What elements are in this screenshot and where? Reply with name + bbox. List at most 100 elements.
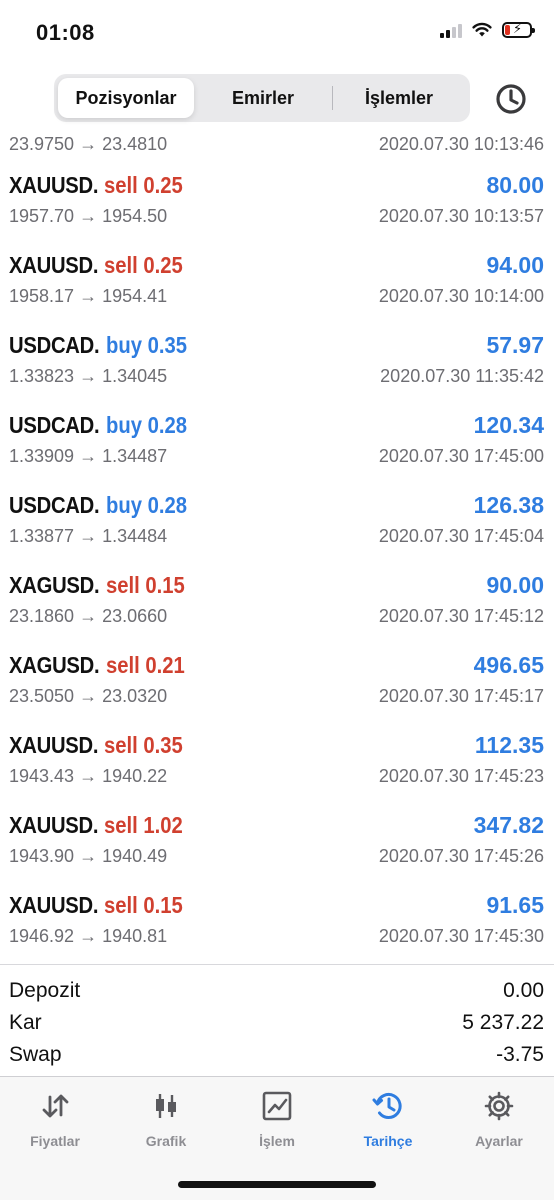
trade-time: 2020.07.30 17:45:17 xyxy=(378,686,544,706)
trade-title: USDCAD. buy 0.28 xyxy=(9,492,198,519)
trade-title: XAUUSD. sell 0.25 xyxy=(9,172,194,199)
status-icons: ⚡ xyxy=(440,21,535,38)
trade-side-volume: sell 0.25 xyxy=(104,172,184,198)
trade-row[interactable]: XAGUSD. sell 0.21 496.65 23.5050 → 23.0320 2… xyxy=(0,644,554,724)
summary-row-deposit: Depozit 0.00 xyxy=(9,979,544,1003)
trade-title: XAGUSD. sell 0.15 xyxy=(9,572,195,599)
trade-title: XAUUSD. sell 0.25 xyxy=(9,252,194,279)
trade-side-volume: buy 0.28 xyxy=(105,412,187,438)
trade-time: 2020.07.30 17:45:26 xyxy=(378,846,544,866)
trade-time: 2020.07.30 10:13:57 xyxy=(378,206,544,226)
summary-panel: Depozit 0.00 Kar 5 237.22 Swap -3.75 xyxy=(0,964,554,1066)
tab-pozisyonlar[interactable]: Pozisyonlar xyxy=(58,78,194,118)
tab-emirler[interactable]: Emirler xyxy=(194,78,332,118)
trade-prices: 1.33823 → 1.34045 xyxy=(9,366,168,386)
cellular-signal-icon xyxy=(440,22,462,38)
trade-symbol: USDCAD. xyxy=(9,492,100,518)
trade-time: 2020.07.30 17:45:12 xyxy=(378,606,544,626)
trade-row[interactable]: USDCAD. buy 0.28 126.38 1.33877 → 1.34484 20… xyxy=(0,484,554,564)
trade-title: XAUUSD. sell 1.02 xyxy=(9,812,194,839)
trade-side-volume: buy 0.35 xyxy=(105,332,187,358)
trade-row[interactable]: XAUUSD. sell 0.25 80.00 1957.70 → 1954.50 20… xyxy=(0,164,554,244)
trade-prices: 1.33909 → 1.34487 xyxy=(9,446,168,466)
bottom-tab-bar: Fiyatlar Grafik İşlem Tarihçe Ayarlar xyxy=(0,1076,554,1200)
trade-profit: 91.65 xyxy=(486,892,544,918)
trade-profit: 347.82 xyxy=(473,812,544,838)
gear-icon xyxy=(484,1091,514,1121)
trade-profit: 94.00 xyxy=(486,252,544,278)
trade-title: USDCAD. buy 0.35 xyxy=(9,332,198,359)
summary-label: Kar xyxy=(9,1011,42,1034)
trade-title: XAGUSD. sell 0.21 xyxy=(9,652,195,679)
trade-time: 2020.07.30 10:14:00 xyxy=(378,286,544,306)
home-indicator xyxy=(178,1181,376,1188)
trade-list: 23.9750 → 23.4810 2020.07.30 10:13:46 XA… xyxy=(0,124,554,964)
trade-row[interactable]: XAGUSD. sell 0.15 90.00 23.1860 → 23.0660 20… xyxy=(0,564,554,644)
trade-time: 2020.07.30 17:45:04 xyxy=(378,526,544,546)
trade-prices: 1943.90 → 1940.49 xyxy=(9,846,168,866)
trade-row[interactable]: USDCAD. buy 0.28 120.34 1.33909 → 1.34487 20… xyxy=(0,404,554,484)
trade-symbol: XAUUSD. xyxy=(9,892,99,918)
trade-side-volume: sell 0.21 xyxy=(105,652,185,678)
trade-side-volume: sell 0.15 xyxy=(104,892,184,918)
trade-prices: 23.9750 → 23.4810 xyxy=(9,134,168,154)
tab-ayarlar[interactable]: Ayarlar xyxy=(444,1089,554,1159)
trade-symbol: XAUUSD. xyxy=(9,812,99,838)
wifi-icon xyxy=(472,22,492,37)
tab-islem[interactable]: İşlem xyxy=(222,1089,332,1159)
trade-time: 2020.07.30 11:35:42 xyxy=(380,366,544,386)
trade-title: XAUUSD. sell 0.35 xyxy=(9,732,194,759)
summary-row-swap: Swap -3.75 xyxy=(9,1043,544,1067)
trade-row[interactable]: XAUUSD. sell 0.25 94.00 1958.17 → 1954.41 20… xyxy=(0,244,554,324)
trade-time: 2020.07.30 17:45:30 xyxy=(378,926,544,946)
tab-tarihce[interactable]: Tarihçe xyxy=(333,1089,443,1159)
tab-grafik[interactable]: Grafik xyxy=(111,1089,221,1159)
tab-label: İşlem xyxy=(259,1133,295,1149)
trade-profit: 120.34 xyxy=(473,412,544,438)
trade-prices: 1957.70 → 1954.50 xyxy=(9,206,168,226)
tab-fiyatlar[interactable]: Fiyatlar xyxy=(0,1089,110,1159)
trade-time: 2020.07.30 17:45:23 xyxy=(378,766,544,786)
trade-time: 2020.07.30 10:13:46 xyxy=(378,134,544,154)
trade-prices: 23.5050 → 23.0320 xyxy=(9,686,168,706)
summary-value: 5 237.22 xyxy=(462,1011,544,1034)
candlestick-icon xyxy=(156,1094,176,1118)
trade-row[interactable]: XAUUSD. sell 0.15 91.65 1946.92 → 1940.81 20… xyxy=(0,884,554,964)
trade-profit: 80.00 xyxy=(486,172,544,198)
tab-label: Grafik xyxy=(145,1133,187,1149)
trade-symbol: XAGUSD. xyxy=(9,572,100,598)
arrows-up-down-icon xyxy=(42,1094,69,1118)
clock-icon[interactable] xyxy=(494,82,528,116)
trade-profit: 112.35 xyxy=(474,732,544,758)
trade-row[interactable]: XAUUSD. sell 1.02 347.82 1943.90 → 1940.49 2… xyxy=(0,804,554,884)
trade-profit: 496.65 xyxy=(473,652,544,678)
tab-label: Ayarlar xyxy=(475,1133,523,1149)
trade-side-volume: buy 0.28 xyxy=(105,492,187,518)
summary-label: Depozit xyxy=(9,979,81,1002)
history-icon xyxy=(372,1093,402,1119)
trade-row[interactable]: USDCAD. buy 0.35 57.97 1.33823 → 1.34045 202… xyxy=(0,324,554,404)
trade-row[interactable]: XAUUSD. sell 0.35 112.35 1943.43 → 1940.22 2… xyxy=(0,724,554,804)
trade-prices: 1.33877 → 1.34484 xyxy=(9,526,168,546)
trade-prices: 1946.92 → 1940.81 xyxy=(9,926,168,946)
trade-symbol: XAUUSD. xyxy=(9,172,99,198)
trade-profit: 90.00 xyxy=(486,572,544,598)
tab-islemler[interactable]: İşlemler xyxy=(332,78,466,118)
trade-side-volume: sell 0.25 xyxy=(104,252,184,278)
trade-symbol: XAUUSD. xyxy=(9,732,99,758)
summary-value: -3.75 xyxy=(496,1043,544,1066)
trade-side-volume: sell 1.02 xyxy=(104,812,184,838)
trade-prices: 1958.17 → 1954.41 xyxy=(9,286,168,306)
tab-label: Fiyatlar xyxy=(30,1133,80,1149)
trade-side-volume: sell 0.15 xyxy=(105,572,185,598)
segmented-control: Pozisyonlar Emirler İşlemler xyxy=(54,74,470,122)
trade-symbol: XAGUSD. xyxy=(9,652,100,678)
tab-label: Tarihçe xyxy=(363,1133,413,1149)
trade-row-partial[interactable]: 23.9750 → 23.4810 2020.07.30 10:13:46 xyxy=(0,124,554,164)
status-time: 01:08 xyxy=(36,20,95,45)
status-bar: 01:08 ⚡ xyxy=(0,0,554,66)
trade-chart-icon xyxy=(262,1091,292,1121)
trade-prices: 1943.43 → 1940.22 xyxy=(9,766,168,786)
trade-prices: 23.1860 → 23.0660 xyxy=(9,606,168,626)
trade-title: USDCAD. buy 0.28 xyxy=(9,412,198,439)
